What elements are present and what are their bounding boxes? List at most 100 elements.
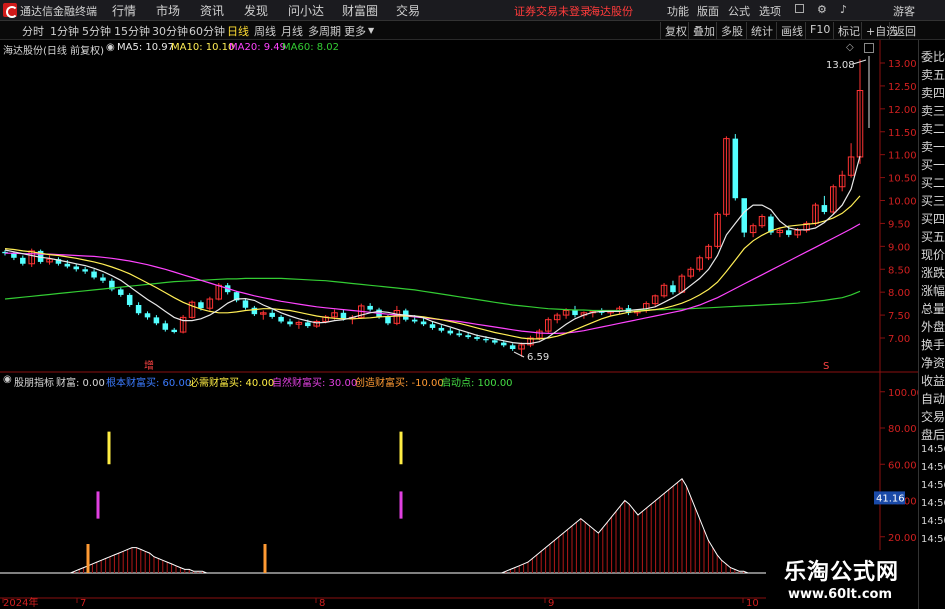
panel-toggle-icon[interactable] <box>864 43 874 53</box>
candle-body <box>821 205 828 212</box>
menu-bar: 通达信金融终端 行情 市场 资讯 发现 问小达 财富圈 交易 证券交易未登录 海… <box>0 0 945 21</box>
candle-body <box>64 263 71 267</box>
ma-toggle-icon[interactable]: ◉ <box>106 42 115 53</box>
period-more[interactable]: 更多 <box>344 23 366 39</box>
ma5-line <box>4 155 861 345</box>
label-buy4: 买四 <box>921 212 945 226</box>
ma60-label: MA60: 8.02 <box>282 42 340 53</box>
tdx-window: 通达信金融终端 行情 市场 资讯 发现 问小达 财富圈 交易 证券交易未登录 海… <box>0 0 945 609</box>
diamond-icon[interactable]: ◇ <box>846 42 854 53</box>
period-60min[interactable]: 60分钟 <box>189 23 225 39</box>
settings-icon[interactable]: ⚙ <box>817 3 827 16</box>
candle-body <box>153 317 160 324</box>
candle-body <box>20 257 26 264</box>
window-icon[interactable] <box>795 4 804 13</box>
menu-item-jiaoyi[interactable]: 交易 <box>396 2 420 19</box>
menu-banmian[interactable]: 版面 <box>697 3 719 19</box>
period-5min[interactable]: 5分钟 <box>82 23 111 39</box>
low-price-label: 6.59 <box>527 352 549 363</box>
ma20-line <box>5 223 861 334</box>
menu-item-zixun[interactable]: 资讯 <box>200 2 224 19</box>
candle-body <box>447 330 454 334</box>
tick-time: 14:56 <box>921 534 945 545</box>
period-fenshi[interactable]: 分时 <box>22 23 44 39</box>
price-axis-label: 7.50 <box>888 311 910 322</box>
indicator-toggle-icon[interactable]: ◉ <box>3 374 12 385</box>
price-axis-label: 13.00 <box>888 59 917 70</box>
menu-item-caifuquan[interactable]: 财富圈 <box>342 2 378 19</box>
indicator-name: 股朋指标 <box>14 378 54 389</box>
menu-gongshi[interactable]: 公式 <box>728 3 750 19</box>
candle-body <box>278 316 284 322</box>
candle-body <box>420 321 427 325</box>
label-sell1: 卖一 <box>921 140 945 154</box>
candle-body <box>429 324 436 328</box>
price-axis-label: 8.00 <box>888 288 910 299</box>
menu-xuanxiang[interactable]: 选项 <box>759 3 781 19</box>
price-axis-label: 7.00 <box>888 334 910 345</box>
menu-item-shichang[interactable]: 市场 <box>156 2 180 19</box>
label-buy3: 买三 <box>921 194 945 208</box>
quote-side-panel[interactable]: 委比 卖五 卖四 卖三 卖二 卖一 买一 买二 买三 买四 买五 现价 涨跌 涨… <box>918 40 945 609</box>
period-daily[interactable]: 日线 <box>227 23 249 39</box>
period-weekly[interactable]: 周线 <box>254 23 276 39</box>
tick-time: 14:56 <box>921 444 945 455</box>
period-15min[interactable]: 15分钟 <box>114 23 150 39</box>
candle-body <box>135 305 142 314</box>
candle-body <box>385 316 391 324</box>
menu-item-wenxiaoda[interactable]: 问小达 <box>288 2 324 19</box>
indicator-genben: 根本财富买: 60.00 <box>106 378 192 389</box>
ma10-line <box>4 195 861 340</box>
candle-body <box>465 335 471 338</box>
candle-body <box>340 312 347 319</box>
candle-body <box>73 266 80 270</box>
btn-diejia[interactable]: 叠加 <box>688 22 719 39</box>
label-buy1: 买一 <box>921 158 945 172</box>
price-axis-label: 11.00 <box>888 151 917 162</box>
period-monthly[interactable]: 月线 <box>281 23 303 39</box>
user-guest[interactable]: 游客 <box>893 3 915 19</box>
label-sell4: 卖四 <box>921 86 945 100</box>
candle-body <box>162 323 169 330</box>
btn-fuquan[interactable]: 复权 <box>660 22 691 39</box>
candle-body <box>483 338 489 341</box>
label-netasset: 净资 <box>921 356 945 370</box>
chevron-down-icon[interactable]: ▼ <box>368 26 374 35</box>
btn-tongji[interactable]: 统计 <box>746 22 777 39</box>
low-price-pointer <box>513 351 525 358</box>
candle-body <box>269 312 275 317</box>
btn-biaoji[interactable]: 标记 <box>833 22 864 39</box>
menu-item-faxian[interactable]: 发现 <box>244 2 268 19</box>
ma20-label: MA20: 9.49 <box>229 42 287 53</box>
price-axis-label: 12.50 <box>888 82 917 93</box>
high-price-label: 13.08 <box>826 60 855 71</box>
candle-body <box>305 322 311 327</box>
indicator-bixu: 必需财富买: 40.00 <box>189 378 275 389</box>
menu-gongneng[interactable]: 功能 <box>667 3 689 19</box>
candle-body <box>126 294 133 305</box>
btn-huaxian[interactable]: 画线 <box>776 22 807 39</box>
candle-body <box>411 319 418 322</box>
kline-chart[interactable]: 13.00 12.50 12.00 11.50 11.00 10.50 10.00 9.50 9… <box>0 40 918 609</box>
login-alert[interactable]: 证券交易未登录 <box>514 3 591 19</box>
ma5-label: MA5: 10.97 <box>117 42 175 53</box>
label-pct: 涨幅 <box>921 284 945 298</box>
btn-f10[interactable]: F10 <box>805 22 834 39</box>
bell-icon[interactable]: ♪ <box>840 3 847 16</box>
period-multi[interactable]: 多周期 <box>308 23 341 39</box>
btn-duogu[interactable]: 多股 <box>716 22 747 39</box>
menu-item-hangqing[interactable]: 行情 <box>112 2 136 19</box>
label-afterhours: 盘后 <box>921 428 945 442</box>
period-30min[interactable]: 30分钟 <box>152 23 188 39</box>
stock-name-alert[interactable]: 海达股份 <box>589 3 633 19</box>
indicator-axis-label: 80.00 <box>888 424 917 435</box>
mark-zeng: 增 <box>144 359 154 372</box>
candle-body <box>456 333 462 336</box>
date-axis-label: 2024年 <box>3 596 38 609</box>
period-1min[interactable]: 1分钟 <box>50 23 79 39</box>
indicator-line <box>0 478 876 574</box>
tick-time: 14:56 <box>921 462 945 473</box>
tick-time: 14:56 <box>921 498 945 509</box>
btn-back[interactable]: 返回 <box>889 22 920 39</box>
candle-body <box>670 285 676 293</box>
